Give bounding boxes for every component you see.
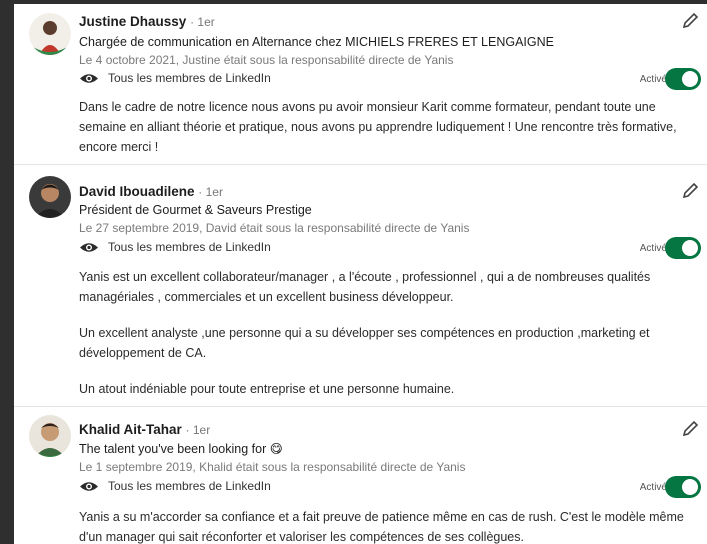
connection-degree: · 1er [185, 423, 211, 437]
recommender-headline: The talent you've been looking for 😋 [79, 442, 283, 456]
visibility-label: Tous les membres de LinkedIn [108, 479, 271, 493]
visibility-label: Tous les membres de LinkedIn [108, 71, 271, 85]
recommendations-panel: Justine Dhaussy · 1er Chargée de communi… [14, 4, 707, 544]
eye-icon [80, 242, 98, 252]
recommender-headline: Chargée de communication en Alternance c… [79, 35, 554, 49]
edit-pencil-icon[interactable] [681, 182, 699, 200]
eye-icon [80, 481, 98, 491]
relation-text: Le 1 septembre 2019, Khalid était sous l… [79, 460, 466, 474]
recommendation-card: David Ibouadilene · 1er Président de Gou… [14, 164, 707, 407]
visibility-setting[interactable]: Tous les membres de LinkedIn [79, 240, 271, 254]
recommender-name[interactable]: Khalid Ait-Tahar [79, 422, 182, 437]
recommendation-card: Khalid Ait-Tahar · 1er The talent you've… [14, 406, 707, 544]
visibility-label: Tous les membres de LinkedIn [108, 240, 271, 254]
visibility-setting[interactable]: Tous les membres de LinkedIn [79, 479, 271, 493]
relation-text: Le 4 octobre 2021, Justine était sous la… [79, 53, 454, 67]
recommender-name-line: David Ibouadilene · 1er [79, 184, 223, 199]
recommender-name[interactable]: David Ibouadilene [79, 184, 195, 199]
recommender-headline: Président de Gourmet & Saveurs Prestige [79, 203, 312, 217]
recommender-name-line: Khalid Ait-Tahar · 1er [79, 422, 210, 437]
recommendation-paragraph: Yanis a su m'accorder sa confiance et a … [79, 510, 684, 544]
relation-text: Le 27 septembre 2019, David était sous l… [79, 221, 470, 235]
recommendation-text: Yanis est un excellent collaborateur/man… [79, 267, 701, 415]
edit-pencil-icon[interactable] [681, 420, 699, 438]
display-toggle[interactable] [665, 237, 701, 259]
toggle-knob [682, 71, 698, 87]
recommendation-paragraph: Un atout indéniable pour toute entrepris… [79, 382, 455, 396]
avatar[interactable] [29, 13, 71, 55]
connection-degree: · 1er [198, 185, 223, 199]
eye-icon [80, 73, 98, 83]
recommendation-text: Dans le cadre de notre licence nous avon… [79, 97, 701, 173]
recommendation-paragraph: Un excellent analyste ,une personne qui … [79, 326, 650, 360]
toggle-knob [682, 240, 698, 256]
recommendation-paragraph: Yanis est un excellent collaborateur/man… [79, 270, 651, 304]
edit-pencil-icon[interactable] [681, 12, 699, 30]
toggle-knob [682, 479, 698, 495]
status-label: Activé [639, 74, 667, 85]
recommender-name-line: Justine Dhaussy · 1er [79, 14, 215, 29]
connection-degree: · 1er [190, 15, 215, 29]
display-toggle[interactable] [665, 476, 701, 498]
status-label: Activé [639, 482, 667, 493]
recommendation-text: Yanis a su m'accorder sa confiance et a … [79, 507, 701, 544]
recommendation-card: Justine Dhaussy · 1er Chargée de communi… [14, 4, 707, 164]
recommendation-paragraph: Dans le cadre de notre licence nous avon… [79, 100, 677, 154]
status-label: Activé [639, 243, 667, 254]
visibility-setting[interactable]: Tous les membres de LinkedIn [79, 71, 271, 85]
display-toggle[interactable] [665, 68, 701, 90]
avatar[interactable] [29, 176, 71, 218]
avatar[interactable] [29, 415, 71, 457]
recommender-name[interactable]: Justine Dhaussy [79, 14, 186, 29]
